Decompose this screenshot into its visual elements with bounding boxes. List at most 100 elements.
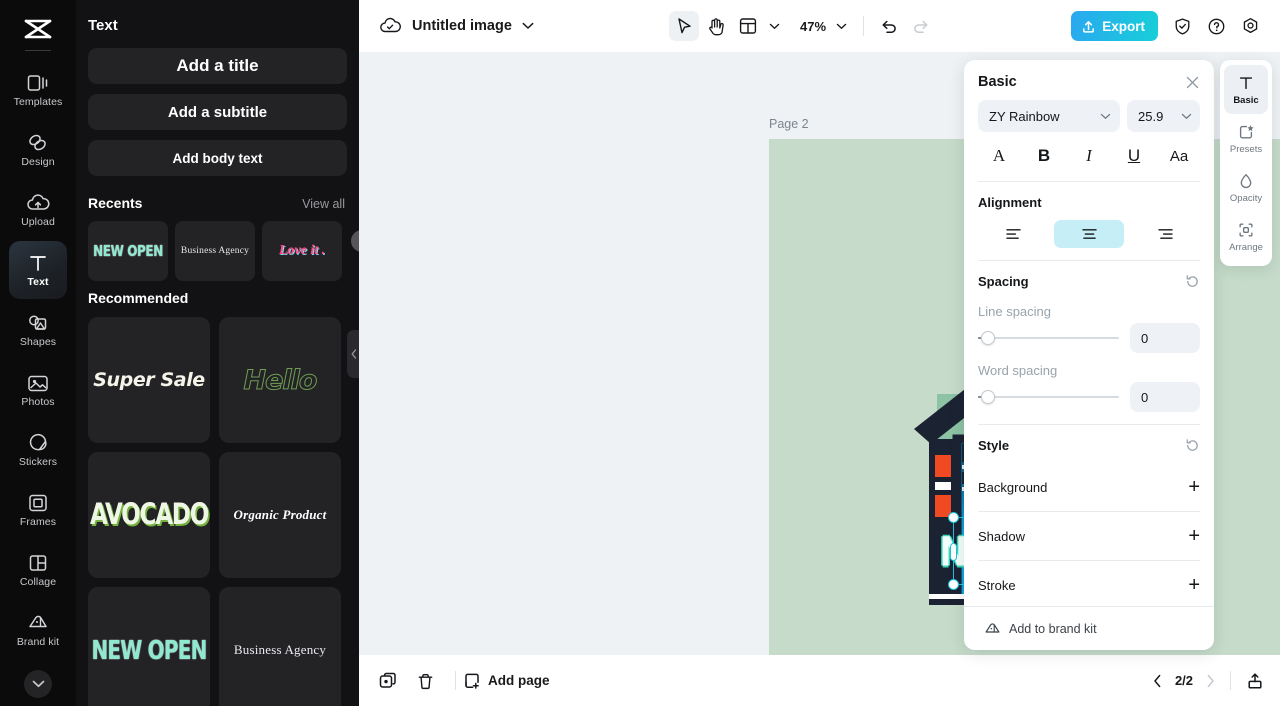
style-header: Style [978, 425, 1200, 463]
italic-button[interactable]: I [1074, 142, 1104, 170]
recents-next-button[interactable] [351, 230, 359, 252]
sidebar-item-brand-kit[interactable]: Brand kit [9, 601, 67, 659]
settings-button[interactable] [1236, 11, 1266, 41]
sidebar-item-design[interactable]: Design [9, 121, 67, 179]
font-size-select[interactable]: 25.9 [1127, 100, 1200, 132]
sidebar-item-photos[interactable]: Photos [9, 361, 67, 419]
tab-arrange[interactable]: Arrange [1224, 212, 1268, 261]
add-background-icon[interactable]: + [1188, 477, 1200, 497]
recent-card[interactable]: Business Agency [175, 221, 255, 281]
sidebar-item-label: Collage [19, 576, 57, 588]
sidebar-item-templates[interactable]: Templates [9, 61, 67, 119]
export-page-button[interactable] [1246, 672, 1264, 690]
cursor-arrow-icon [678, 18, 691, 34]
recent-card[interactable]: Love it . [262, 221, 342, 281]
bottom-toolbar: Add page 2/2 [359, 655, 1280, 706]
line-spacing-input[interactable]: 0 [1130, 323, 1200, 353]
add-shadow-icon[interactable]: + [1188, 526, 1200, 546]
shapes-icon [27, 312, 49, 334]
style-label: Style [978, 438, 1010, 453]
panel-collapse-button[interactable] [347, 330, 359, 378]
zoom-dropdown-caret[interactable] [830, 23, 853, 30]
export-button[interactable]: Export [1071, 11, 1158, 41]
tab-basic[interactable]: Basic [1224, 65, 1268, 114]
cloud-saved-icon[interactable] [379, 17, 401, 35]
letter-case-button[interactable]: Aa [1164, 142, 1194, 170]
sidebar-item-text[interactable]: Text [9, 241, 67, 299]
stroke-row[interactable]: Stroke + [978, 561, 1200, 606]
line-spacing-slider[interactable] [978, 330, 1119, 346]
add-subtitle-label: Add a subtitle [167, 103, 268, 121]
resize-handle-top-left[interactable] [948, 512, 959, 523]
spacing-reset-button[interactable] [1185, 274, 1200, 289]
select-tool-button[interactable] [669, 11, 700, 41]
align-left-button[interactable] [978, 220, 1048, 248]
resize-handle-left[interactable] [950, 543, 957, 561]
tab-opacity[interactable]: Opacity [1224, 163, 1268, 212]
page-label: Page 2 [769, 116, 809, 131]
text-t-icon [1239, 76, 1253, 89]
add-to-brand-kit-button[interactable]: Add to brand kit [964, 606, 1214, 650]
prev-page-button[interactable] [1153, 674, 1162, 688]
font-color-button[interactable]: A [984, 142, 1014, 170]
next-page-button[interactable] [1206, 674, 1215, 688]
recommended-card[interactable]: Organic Product [219, 452, 341, 578]
sidebar-item-frames[interactable]: Frames [9, 481, 67, 539]
left-nav-rail: Templates Design Upload Text Shapes Phot… [0, 0, 76, 706]
delete-page-button[interactable] [417, 672, 434, 690]
sidebar-item-label: Photos [21, 396, 55, 408]
main-area: Untitled image 47% Export Page 2 Add pag… [359, 0, 1280, 706]
undo-button[interactable] [874, 11, 904, 41]
recommended-card[interactable]: Business Agency [219, 587, 341, 706]
font-family-select[interactable]: ZY Rainbow [978, 100, 1120, 132]
shield-check-button[interactable] [1168, 11, 1198, 41]
recents-heading: Recents [88, 195, 143, 211]
photos-icon [27, 372, 49, 394]
sidebar-item-label: Shapes [19, 336, 57, 348]
rail-divider [25, 50, 51, 51]
recommended-card[interactable]: AVOCADO [88, 452, 210, 578]
hand-tool-button[interactable] [701, 11, 731, 41]
sidebar-item-upload[interactable]: Upload [9, 181, 67, 239]
sidebar-item-collage[interactable]: Collage [9, 541, 67, 599]
layout-tool-button[interactable] [733, 11, 763, 41]
zoom-level-value[interactable]: 47% [798, 19, 828, 34]
word-spacing-input[interactable]: 0 [1130, 382, 1200, 412]
recommended-card[interactable]: NEW OPEN [88, 587, 210, 706]
recommended-card[interactable]: Hello [219, 317, 341, 443]
align-right-button[interactable] [1130, 220, 1200, 248]
recent-card[interactable]: NEW OPEN [88, 221, 168, 281]
title-dropdown-caret[interactable] [522, 22, 534, 30]
font-size-value: 25.9 [1138, 108, 1164, 124]
add-body-text-button[interactable]: Add body text [88, 140, 347, 176]
properties-scroll[interactable]: Basic ZY Rainbow 25.9 A B I U Aa Alignme… [964, 60, 1214, 606]
align-center-button[interactable] [1054, 220, 1124, 248]
add-title-button[interactable]: Add a title [88, 48, 347, 84]
add-subtitle-button[interactable]: Add a subtitle [88, 94, 347, 130]
resize-handle-bottom-left[interactable] [948, 579, 959, 590]
redo-button[interactable] [906, 11, 936, 41]
layout-dropdown-caret[interactable] [765, 23, 784, 30]
add-page-button[interactable]: Add page [463, 672, 550, 690]
capcut-logo-icon[interactable] [21, 14, 55, 44]
recents-view-all-link[interactable]: View all [302, 197, 345, 211]
rail-expand-button[interactable] [24, 670, 52, 698]
help-button[interactable] [1202, 11, 1232, 41]
shadow-row[interactable]: Shadow + [978, 512, 1200, 560]
recommended-card[interactable]: Super Sale [88, 317, 210, 443]
background-row[interactable]: Background + [978, 463, 1200, 511]
document-title[interactable]: Untitled image [412, 18, 512, 34]
close-panel-button[interactable] [1185, 75, 1200, 90]
add-stroke-icon[interactable]: + [1188, 575, 1200, 595]
style-reset-button[interactable] [1185, 438, 1200, 453]
text-panel: Text Add a title Add a subtitle Add body… [76, 0, 359, 706]
bold-button[interactable]: B [1029, 142, 1059, 170]
recommended-heading: Recommended [88, 290, 189, 306]
sidebar-item-shapes[interactable]: Shapes [9, 301, 67, 359]
undo-icon [882, 20, 896, 33]
word-spacing-slider[interactable] [978, 389, 1119, 405]
tab-presets[interactable]: Presets [1224, 114, 1268, 163]
underline-button[interactable]: U [1119, 142, 1149, 170]
duplicate-page-button[interactable] [379, 672, 397, 690]
sidebar-item-stickers[interactable]: Stickers [9, 421, 67, 479]
